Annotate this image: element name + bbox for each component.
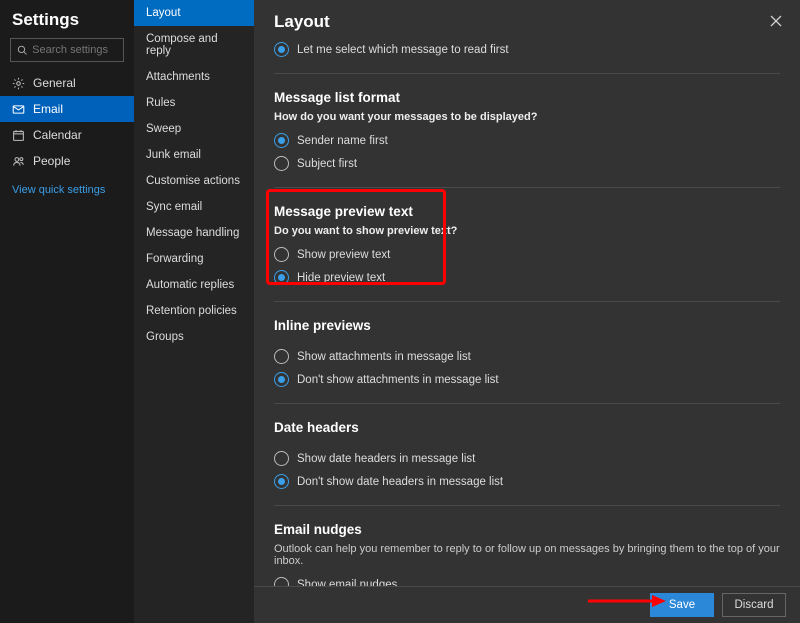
settings-main-panel: Layout Let me select which message to re… [254, 0, 800, 623]
search-settings-input[interactable] [32, 44, 117, 56]
search-icon [17, 44, 27, 56]
option-label: Show date headers in message list [297, 453, 475, 465]
option-label: Show attachments in message list [297, 351, 471, 363]
sub-customise[interactable]: Customise actions [134, 168, 254, 194]
section-title-nudges: Email nudges [274, 518, 780, 543]
category-label: People [33, 154, 70, 168]
view-quick-settings-link[interactable]: View quick settings [0, 174, 134, 206]
category-people[interactable]: People [0, 148, 134, 174]
category-general[interactable]: General [0, 70, 134, 96]
option-label: Hide preview text [297, 272, 385, 284]
option-hide-date[interactable]: Don't show date headers in message list [274, 470, 780, 493]
settings-sub-panel: Layout Compose and reply Attachments Rul… [134, 0, 254, 623]
option-label: Show preview text [297, 249, 390, 261]
sub-autoreply[interactable]: Automatic replies [134, 272, 254, 298]
sub-sweep[interactable]: Sweep [134, 116, 254, 142]
section-desc: Outlook can help you remember to reply t… [274, 543, 780, 573]
radio-icon [274, 42, 289, 57]
save-button[interactable]: Save [650, 593, 714, 617]
divider [274, 301, 780, 302]
radio-icon [274, 349, 289, 364]
close-icon [770, 15, 782, 27]
sub-groups[interactable]: Groups [134, 324, 254, 350]
calendar-icon [12, 129, 25, 142]
section-question: Do you want to show preview text? [274, 225, 780, 243]
section-title-inline: Inline previews [274, 314, 780, 339]
settings-left-panel: Settings General Email Calendar Peop [0, 0, 134, 623]
option-label: Sender name first [297, 135, 388, 147]
section-title-preview: Message preview text [274, 200, 780, 225]
option-sender-first[interactable]: Sender name first [274, 129, 780, 152]
section-title-message-list: Message list format [274, 86, 780, 111]
footer-bar: Save Discard [254, 586, 800, 623]
option-label: Don't show attachments in message list [297, 374, 499, 386]
option-select-message[interactable]: Let me select which message to read firs… [274, 38, 780, 61]
category-calendar[interactable]: Calendar [0, 122, 134, 148]
settings-title: Settings [0, 0, 134, 38]
option-hide-inline[interactable]: Don't show attachments in message list [274, 368, 780, 391]
radio-icon [274, 133, 289, 148]
search-settings-input-wrap[interactable] [10, 38, 124, 62]
close-button[interactable] [766, 10, 786, 34]
option-show-preview[interactable]: Show preview text [274, 243, 780, 266]
radio-icon [274, 156, 289, 171]
option-label: Let me select which message to read firs… [297, 44, 509, 56]
radio-icon [274, 270, 289, 285]
sub-rules[interactable]: Rules [134, 90, 254, 116]
category-label: General [33, 76, 76, 90]
sub-junk[interactable]: Junk email [134, 142, 254, 168]
option-show-date[interactable]: Show date headers in message list [274, 447, 780, 470]
divider [274, 505, 780, 506]
section-title-date: Date headers [274, 416, 780, 441]
sub-forwarding[interactable]: Forwarding [134, 246, 254, 272]
category-email[interactable]: Email [0, 96, 134, 122]
category-label: Email [33, 102, 63, 116]
radio-icon [274, 474, 289, 489]
radio-icon [274, 372, 289, 387]
sub-layout[interactable]: Layout [134, 0, 254, 26]
sub-handling[interactable]: Message handling [134, 220, 254, 246]
sub-compose[interactable]: Compose and reply [134, 26, 254, 64]
divider [274, 403, 780, 404]
page-title: Layout [274, 12, 330, 32]
people-icon [12, 155, 25, 168]
sub-attachments[interactable]: Attachments [134, 64, 254, 90]
option-label: Subject first [297, 158, 357, 170]
option-subject-first[interactable]: Subject first [274, 152, 780, 175]
option-show-inline[interactable]: Show attachments in message list [274, 345, 780, 368]
mail-icon [12, 103, 25, 116]
discard-button[interactable]: Discard [722, 593, 786, 617]
category-label: Calendar [33, 128, 82, 142]
sub-sync[interactable]: Sync email [134, 194, 254, 220]
option-label: Don't show date headers in message list [297, 476, 503, 488]
divider [274, 73, 780, 74]
gear-icon [12, 77, 25, 90]
radio-icon [274, 247, 289, 262]
radio-icon [274, 451, 289, 466]
option-hide-preview[interactable]: Hide preview text [274, 266, 780, 289]
sub-retention[interactable]: Retention policies [134, 298, 254, 324]
section-question: How do you want your messages to be disp… [274, 111, 780, 129]
divider [274, 187, 780, 188]
